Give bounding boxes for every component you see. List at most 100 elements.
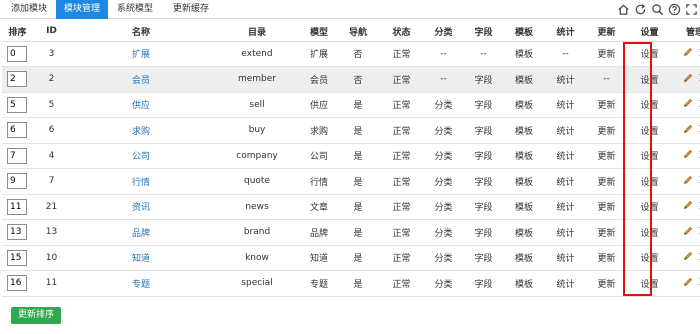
edit-icon[interactable]: [683, 226, 693, 236]
field-cell[interactable]: 字段: [464, 270, 503, 297]
settings-cell[interactable]: 设置: [627, 219, 672, 246]
field-cell[interactable]: --: [464, 41, 503, 67]
status-cell[interactable]: 正常: [380, 219, 423, 246]
nav-cell[interactable]: 是: [336, 194, 380, 220]
edit-icon[interactable]: [683, 73, 693, 83]
edit-icon[interactable]: [683, 200, 693, 210]
nav-cell[interactable]: 是: [336, 219, 380, 246]
template-cell[interactable]: 模板: [503, 41, 545, 67]
settings-cell[interactable]: 设置: [627, 41, 672, 67]
edit-icon[interactable]: [683, 98, 693, 108]
category-cell[interactable]: --: [423, 66, 464, 93]
module-name-link[interactable]: 知道: [132, 254, 150, 264]
home-icon[interactable]: [617, 3, 630, 16]
update-cell[interactable]: 更新: [586, 41, 627, 67]
status-cell[interactable]: 正常: [380, 270, 423, 297]
order-input[interactable]: [7, 249, 27, 266]
template-cell[interactable]: 模板: [503, 117, 545, 144]
status-cell[interactable]: 正常: [380, 117, 423, 144]
field-cell[interactable]: 字段: [464, 143, 503, 169]
update-cell[interactable]: --: [586, 66, 627, 93]
nav-cell[interactable]: 是: [336, 270, 380, 297]
field-cell[interactable]: 字段: [464, 168, 503, 195]
field-cell[interactable]: 字段: [464, 194, 503, 220]
template-cell[interactable]: 模板: [503, 219, 545, 246]
category-cell[interactable]: 分类: [423, 219, 464, 246]
module-name-link[interactable]: 专题: [132, 280, 150, 290]
refresh-icon[interactable]: [634, 3, 647, 16]
order-input[interactable]: [7, 224, 27, 241]
nav-cell[interactable]: 是: [336, 92, 380, 118]
module-name-link[interactable]: 会员: [132, 76, 150, 86]
stats-cell[interactable]: 统计: [545, 92, 586, 118]
field-cell[interactable]: 字段: [464, 92, 503, 118]
status-cell[interactable]: 正常: [380, 41, 423, 67]
update-cell[interactable]: 更新: [586, 245, 627, 271]
stats-cell[interactable]: --: [545, 41, 586, 67]
status-cell[interactable]: 正常: [380, 168, 423, 195]
template-cell[interactable]: 模板: [503, 143, 545, 169]
module-name-link[interactable]: 资讯: [132, 203, 150, 213]
nav-cell[interactable]: 是: [336, 143, 380, 169]
stats-cell[interactable]: 统计: [545, 194, 586, 220]
update-cell[interactable]: 更新: [586, 92, 627, 118]
tab-module-manage[interactable]: 模块管理: [56, 0, 108, 19]
edit-icon[interactable]: [683, 277, 693, 287]
order-input[interactable]: [7, 147, 27, 164]
category-cell[interactable]: 分类: [423, 245, 464, 271]
status-cell[interactable]: 正常: [380, 143, 423, 169]
stats-cell[interactable]: 统计: [545, 219, 586, 246]
edit-icon[interactable]: [683, 175, 693, 185]
nav-cell[interactable]: 是: [336, 168, 380, 195]
update-order-button[interactable]: 更新排序: [11, 307, 61, 324]
settings-cell[interactable]: 设置: [627, 117, 672, 144]
category-cell[interactable]: 分类: [423, 143, 464, 169]
category-cell[interactable]: 分类: [423, 194, 464, 220]
settings-cell[interactable]: 设置: [627, 270, 672, 297]
edit-icon[interactable]: [683, 149, 693, 159]
order-input[interactable]: [7, 173, 27, 190]
module-name-link[interactable]: 供应: [132, 101, 150, 111]
module-name-link[interactable]: 扩展: [132, 50, 150, 60]
category-cell[interactable]: 分类: [423, 92, 464, 118]
order-input[interactable]: [7, 71, 27, 88]
stats-cell[interactable]: 统计: [545, 143, 586, 169]
edit-icon[interactable]: [683, 251, 693, 261]
edit-icon[interactable]: [683, 124, 693, 134]
update-cell[interactable]: 更新: [586, 168, 627, 195]
nav-cell[interactable]: 否: [336, 66, 380, 93]
module-name-link[interactable]: 求购: [132, 127, 150, 137]
order-input[interactable]: [7, 96, 27, 113]
field-cell[interactable]: 字段: [464, 66, 503, 93]
status-cell[interactable]: 正常: [380, 66, 423, 93]
status-cell[interactable]: 正常: [380, 245, 423, 271]
fullscreen-icon[interactable]: [685, 3, 698, 16]
field-cell[interactable]: 字段: [464, 117, 503, 144]
status-cell[interactable]: 正常: [380, 92, 423, 118]
template-cell[interactable]: 模板: [503, 66, 545, 93]
edit-icon[interactable]: [683, 47, 693, 57]
category-cell[interactable]: --: [423, 41, 464, 67]
field-cell[interactable]: 字段: [464, 245, 503, 271]
category-cell[interactable]: 分类: [423, 168, 464, 195]
search-icon[interactable]: [651, 3, 664, 16]
settings-cell[interactable]: 设置: [627, 168, 672, 195]
stats-cell[interactable]: 统计: [545, 117, 586, 144]
order-input[interactable]: [7, 122, 27, 139]
update-cell[interactable]: 更新: [586, 194, 627, 220]
update-cell[interactable]: 更新: [586, 143, 627, 169]
tab-update-cache[interactable]: 更新缓存: [164, 0, 218, 19]
tab-add-module[interactable]: 添加模块: [2, 0, 56, 19]
stats-cell[interactable]: 统计: [545, 270, 586, 297]
template-cell[interactable]: 模板: [503, 245, 545, 271]
order-input[interactable]: [7, 45, 27, 62]
tab-system-model[interactable]: 系统模型: [108, 0, 162, 19]
settings-cell[interactable]: 设置: [627, 66, 672, 93]
module-name-link[interactable]: 品牌: [132, 229, 150, 239]
stats-cell[interactable]: 统计: [545, 245, 586, 271]
nav-cell[interactable]: 是: [336, 117, 380, 144]
order-input[interactable]: [7, 275, 27, 292]
category-cell[interactable]: 分类: [423, 270, 464, 297]
template-cell[interactable]: 模板: [503, 168, 545, 195]
stats-cell[interactable]: 统计: [545, 168, 586, 195]
